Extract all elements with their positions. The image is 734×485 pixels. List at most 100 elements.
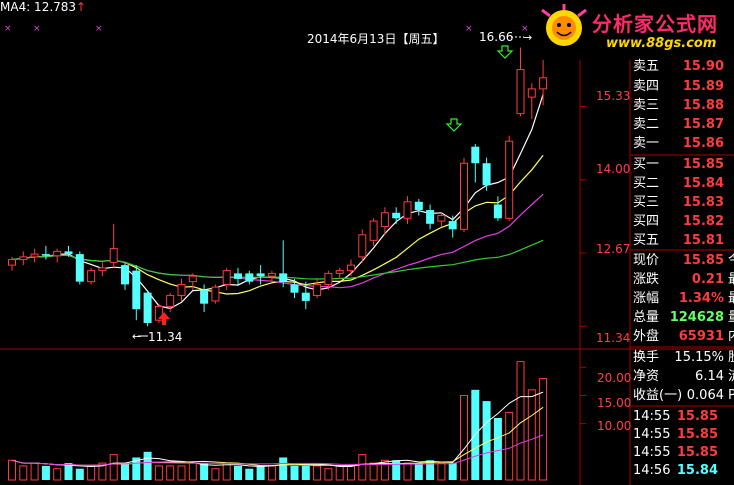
order-row-bid1[interactable]: 买一 15.85 bbox=[632, 155, 724, 175]
price-axis-label: 11.34 bbox=[596, 331, 631, 345]
candle-body-up bbox=[369, 220, 378, 241]
candle-body-up bbox=[87, 270, 96, 283]
quote-row-outer: 外盘 65931 内 bbox=[632, 327, 734, 347]
volume-bar-up bbox=[109, 454, 118, 481]
quote-row-pct: 涨幅 1.34% 最 bbox=[632, 289, 734, 309]
quote-ext: 量 bbox=[728, 308, 734, 328]
volume-bar-down bbox=[493, 418, 502, 480]
order-row-bid4[interactable]: 买四 15.82 bbox=[632, 212, 724, 232]
logo-title: 分析家公式网 bbox=[592, 12, 718, 36]
volume-axis-label: 20.00 bbox=[597, 371, 632, 385]
volume-bar-up bbox=[188, 462, 197, 481]
candle-body-up bbox=[222, 270, 231, 285]
volume-bar-up bbox=[403, 462, 412, 481]
candle-body-up bbox=[267, 272, 276, 277]
stats-value: 0.064 bbox=[686, 388, 724, 403]
volume-bar-up bbox=[460, 394, 468, 481]
down-arrow-icon bbox=[496, 45, 514, 59]
order-label: 买四 bbox=[633, 214, 660, 229]
volume-bar-up bbox=[505, 411, 514, 481]
quote-label: 总量 bbox=[633, 310, 660, 325]
order-price: 15.82 bbox=[682, 214, 724, 229]
candle-body-down bbox=[143, 292, 152, 323]
volume-bar-up bbox=[222, 462, 231, 481]
tick-row: 14:55 15.85 bbox=[632, 443, 718, 463]
tick-time: 14:56 bbox=[633, 463, 671, 478]
stats-row-netasset: 净资 6.14 流 bbox=[632, 367, 734, 387]
candle-body-down bbox=[482, 163, 491, 186]
order-label: 卖三 bbox=[633, 98, 660, 113]
volume-bar-up bbox=[335, 465, 344, 481]
candle-body-down bbox=[245, 273, 254, 282]
quote-label: 涨跌 bbox=[633, 272, 660, 287]
volume-bar-up bbox=[211, 468, 220, 481]
volume-bar-down bbox=[121, 463, 129, 480]
stats-ext: 流 bbox=[728, 367, 734, 387]
price-axis-label: 12.67 bbox=[596, 242, 631, 256]
high-price-label: 16.66 bbox=[479, 30, 514, 44]
tick-time: 14:55 bbox=[633, 409, 671, 424]
order-label: 卖五 bbox=[633, 59, 660, 74]
volume-bar-down bbox=[41, 465, 50, 480]
volume-bar-up bbox=[347, 465, 355, 481]
x-marker: × bbox=[95, 24, 103, 34]
candle-body-up bbox=[324, 272, 333, 285]
order-row-ask1[interactable]: 卖一 15.86 bbox=[632, 134, 724, 154]
order-row-bid2[interactable]: 买二 15.84 bbox=[632, 174, 724, 194]
volume-bar-up bbox=[313, 465, 322, 481]
stats-label: 收益(一) bbox=[633, 388, 683, 403]
order-price: 15.86 bbox=[682, 136, 724, 151]
candle-body-down bbox=[493, 204, 502, 219]
order-row-bid3[interactable]: 买三 15.83 bbox=[632, 193, 724, 213]
volume-bar-up bbox=[30, 462, 39, 481]
candle-body-down bbox=[301, 292, 310, 301]
quote-ext: 今 bbox=[728, 251, 734, 271]
candle-body-up bbox=[403, 201, 412, 219]
quote-label: 涨幅 bbox=[633, 291, 660, 306]
candle-body-up bbox=[211, 286, 220, 302]
tick-row: 14:56 15.84 bbox=[632, 461, 718, 481]
tick-row: 14:55 15.85 bbox=[632, 425, 718, 445]
stats-value: 15.15% bbox=[674, 350, 724, 365]
volume-bar-up bbox=[19, 465, 28, 481]
x-marker: × bbox=[465, 24, 473, 34]
volume-bar-up bbox=[87, 465, 96, 481]
candle-body-up bbox=[109, 248, 118, 263]
order-row-ask4[interactable]: 卖四 15.89 bbox=[632, 77, 724, 97]
candle-body-up bbox=[437, 215, 446, 222]
candle-body-up bbox=[460, 162, 468, 230]
order-row-ask3[interactable]: 卖三 15.88 bbox=[632, 96, 724, 116]
order-price: 15.90 bbox=[682, 59, 724, 74]
quote-row-change: 涨跌 0.21 最 bbox=[632, 270, 734, 290]
tick-row: 14:55 15.85 bbox=[632, 407, 718, 427]
volume-bar-up bbox=[527, 389, 536, 481]
volume-bar-down bbox=[234, 465, 242, 480]
volume-bar-down bbox=[426, 460, 435, 480]
quote-value: 124628 bbox=[669, 310, 724, 325]
candle-body-up bbox=[380, 212, 389, 228]
volume-axis-label: 10.00 bbox=[597, 419, 632, 433]
volume-bar-up bbox=[8, 459, 16, 481]
axis-ticks bbox=[580, 105, 586, 425]
candle-body-up bbox=[53, 250, 62, 257]
volume-bar-up bbox=[324, 468, 333, 481]
stats-label: 净资 bbox=[633, 369, 660, 384]
tick-price: 15.84 bbox=[676, 463, 718, 478]
quote-label: 外盘 bbox=[633, 329, 660, 344]
order-row-ask2[interactable]: 卖二 15.87 bbox=[632, 115, 724, 135]
candle-body-down bbox=[64, 251, 73, 255]
site-logo[interactable]: 分析家公式网 www.88gs.com bbox=[534, 0, 734, 60]
volume-bar-down bbox=[245, 468, 254, 480]
order-price: 15.88 bbox=[682, 98, 724, 113]
candle-body-down bbox=[41, 254, 50, 256]
ma4-value: MA4: 12.783 bbox=[0, 0, 77, 14]
candle-body-down bbox=[414, 201, 423, 211]
stats-row-eps: 收益(一) 0.064 P bbox=[632, 386, 734, 406]
order-row-ask5[interactable]: 卖五 15.90 bbox=[632, 57, 724, 77]
tick-price: 15.85 bbox=[676, 427, 718, 442]
candle-body-down bbox=[75, 254, 84, 282]
candle-body-down bbox=[121, 265, 129, 285]
order-row-bid5[interactable]: 买五 15.81 bbox=[632, 231, 724, 251]
candle-body-down bbox=[426, 210, 435, 224]
high-marker-arrowhead: → bbox=[523, 31, 532, 44]
